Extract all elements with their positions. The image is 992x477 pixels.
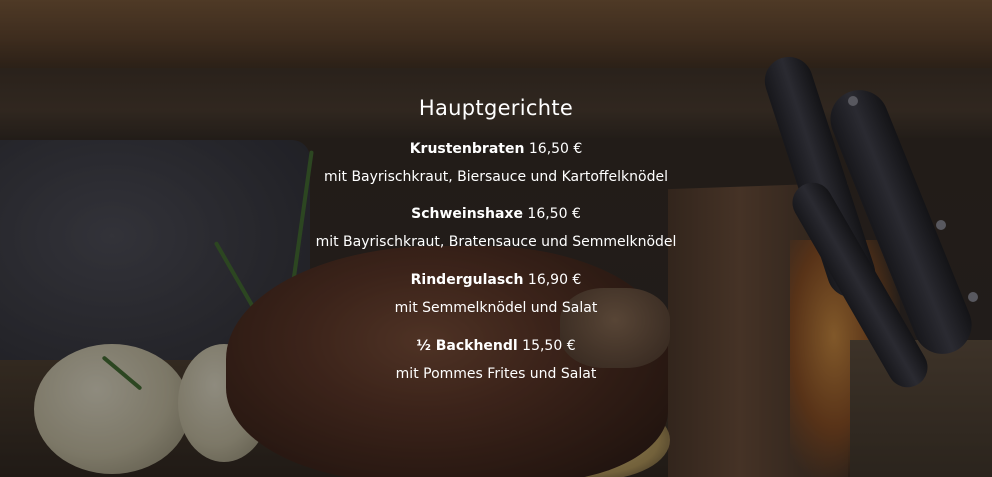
dish-description: mit Pommes Frites und Salat: [395, 366, 597, 382]
dish-header: Schweinshaxe 16,50 €: [0, 203, 992, 225]
dish-header: Rindergulasch 16,90 €: [0, 269, 992, 291]
dish-price: 15,50 €: [522, 338, 576, 354]
menu-item: ½ Backhendl 15,50 € mit Pommes Frites un…: [0, 335, 992, 385]
dish-header: Krustenbraten 16,50 €: [0, 138, 992, 160]
section-title: Hauptgerichte: [418, 96, 574, 120]
dish-price: 16,50 €: [528, 141, 583, 157]
dish-description: mit Bayrischkraut, Biersauce und Kartoff…: [323, 169, 668, 185]
dish-header: ½ Backhendl 15,50 €: [0, 335, 992, 357]
dish-name: Schweinshaxe: [411, 206, 523, 222]
dish-price: 16,90 €: [527, 272, 582, 288]
dish-price: 16,50 €: [527, 206, 581, 222]
dish-name: ½ Backhendl: [416, 338, 518, 354]
dish-name: Krustenbraten: [409, 141, 525, 157]
menu-item: Krustenbraten 16,50 € mit Bayrischkraut,…: [0, 138, 992, 188]
hero-background: Hauptgerichte Krustenbraten 16,50 € mit …: [0, 0, 992, 477]
dish-description: mit Semmelknödel und Salat: [394, 300, 598, 316]
menu-item: Rindergulasch 16,90 € mit Semmelknödel u…: [0, 269, 992, 319]
dish-name: Rindergulasch: [410, 272, 524, 288]
dish-description: mit Bayrischkraut, Bratensauce und Semme…: [315, 234, 677, 250]
menu-section: Hauptgerichte Krustenbraten 16,50 € mit …: [0, 0, 992, 477]
menu-item: Schweinshaxe 16,50 € mit Bayrischkraut, …: [0, 203, 992, 253]
